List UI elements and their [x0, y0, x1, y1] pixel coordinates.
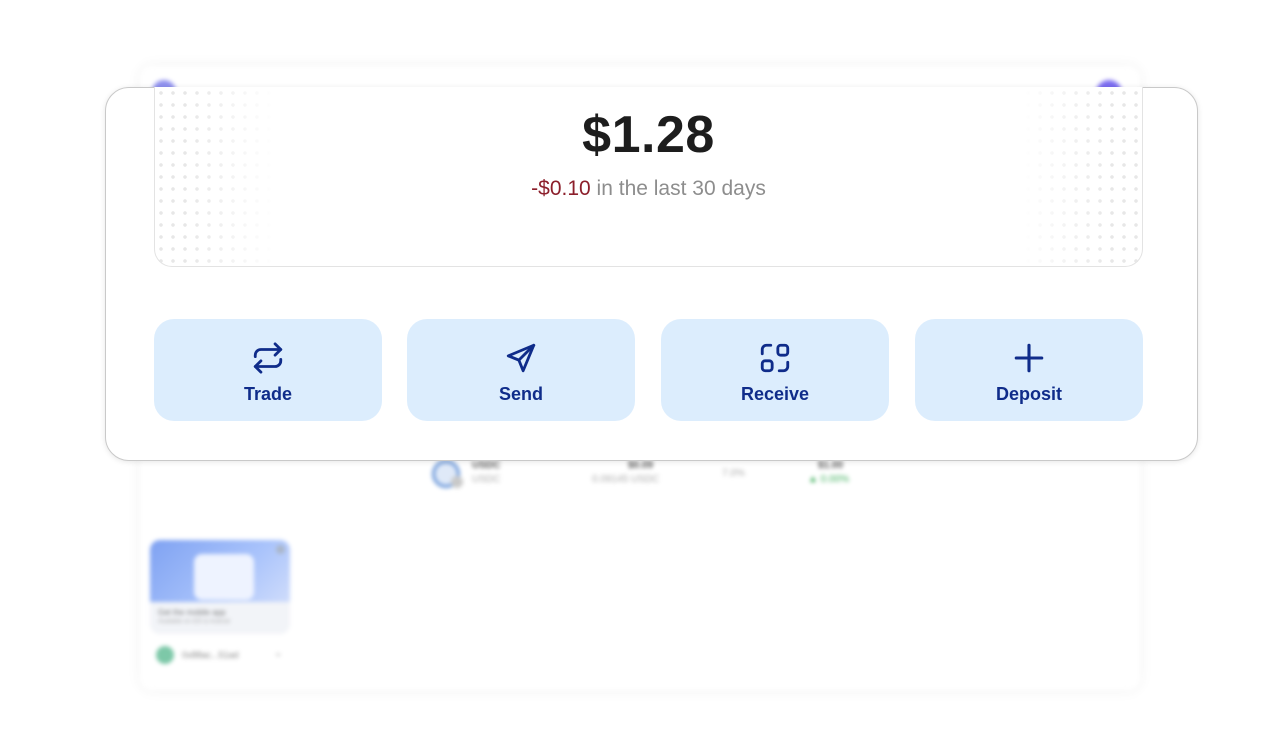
swap-arrows-icon: [253, 342, 283, 374]
asset-amount: 0.09145 USDC: [592, 474, 660, 485]
deposit-label: Deposit: [995, 384, 1062, 404]
receive-label: Receive: [740, 384, 810, 404]
portfolio-card: $1.28 -$0.10 in the last 30 days Trade S…: [105, 87, 1198, 461]
trade-label: Trade: [243, 384, 293, 404]
wallet-avatar: [156, 646, 174, 664]
plus-icon: [1014, 343, 1044, 373]
network-badge-icon: [451, 476, 463, 488]
balance-panel: $1.28 -$0.10 in the last 30 days: [154, 87, 1143, 267]
asset-value: $0.09: [628, 460, 654, 471]
send-button[interactable]: Send: [407, 319, 635, 421]
deposit-button[interactable]: Deposit: [915, 319, 1143, 421]
total-balance: $1.28: [582, 106, 715, 164]
asset-price-change: ▲ 0.00%: [808, 474, 850, 485]
wallet-address: 0x88ac...51ad: [182, 650, 239, 660]
promo-subtitle: Available on iOS & Android: [158, 619, 230, 625]
promo-title: Get the mobile app: [158, 608, 226, 617]
action-buttons: Trade Send Receive Deposit: [154, 319, 1143, 421]
phone-illustration: [194, 554, 254, 600]
mobile-app-promo-card: Get the mobile app Available on iOS & An…: [150, 540, 290, 634]
balance-change-value: -$0.10: [531, 177, 591, 200]
asset-allocation: 7.0%: [722, 468, 745, 479]
asset-name: USDC: [472, 474, 501, 485]
send-arrow-icon: [506, 343, 536, 373]
close-icon: [276, 545, 285, 554]
chevron-down-icon: ⌄: [274, 648, 283, 659]
balance-change: -$0.10 in the last 30 days: [155, 177, 1142, 201]
asset-row: USDC USDC $0.09 0.09145 USDC 7.0% $1.00 …: [432, 458, 852, 494]
asset-price: $1.00: [818, 460, 844, 471]
trade-button[interactable]: Trade: [154, 319, 382, 421]
asset-symbol: USDC: [472, 460, 501, 471]
balance-change-period: in the last 30 days: [590, 177, 766, 200]
receive-button[interactable]: Receive: [661, 319, 889, 421]
send-label: Send: [498, 384, 543, 404]
qr-scan-icon: [760, 343, 790, 373]
